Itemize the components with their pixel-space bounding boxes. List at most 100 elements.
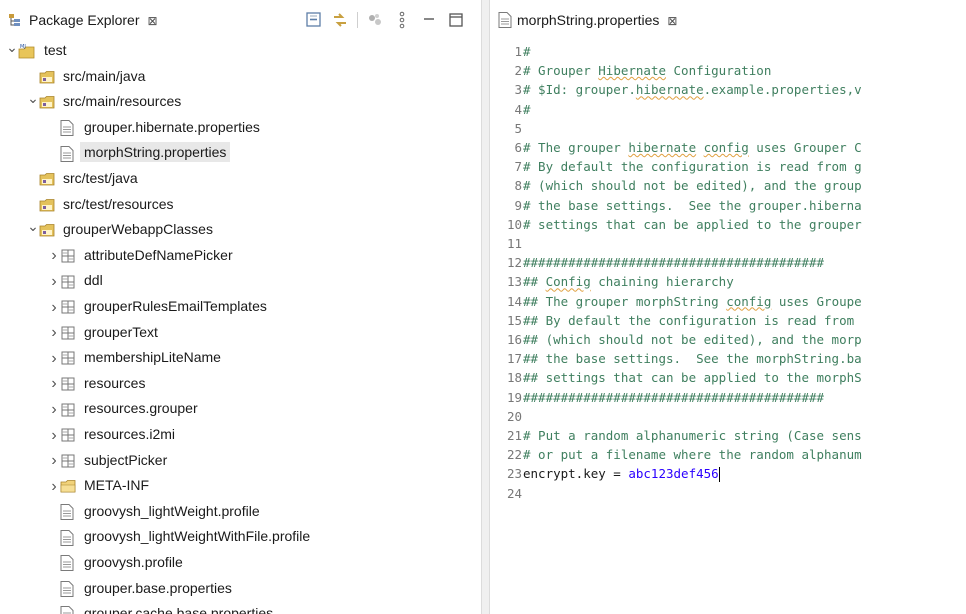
chevron-right-icon[interactable]: › [48, 346, 60, 372]
code-line[interactable]: 21# Put a random alphanumeric string (Ca… [490, 426, 966, 445]
tree-item[interactable]: › subjectPicker [48, 448, 171, 474]
tree-item-label: src/test/resources [63, 195, 174, 212]
filters-icon[interactable] [365, 10, 385, 30]
code-line[interactable]: 1# [490, 42, 966, 61]
chevron-down-icon[interactable]: ⌄ [6, 35, 18, 61]
tree-item[interactable]: grouper.cache.base.properties [48, 601, 277, 614]
code-line[interactable]: 8# (which should not be edited), and the… [490, 176, 966, 195]
tree-item[interactable]: src/test/resources [27, 192, 177, 218]
chevron-right-icon[interactable]: › [48, 371, 60, 397]
code-line[interactable]: 9# the base settings. See the grouper.hi… [490, 196, 966, 215]
tree-item[interactable]: › grouperRulesEmailTemplates [48, 294, 271, 320]
code-line[interactable]: 5 [490, 119, 966, 138]
source-folder-icon [39, 221, 55, 237]
minimize-icon[interactable] [419, 10, 439, 30]
line-number: 3 [514, 82, 522, 98]
tree-item[interactable]: ⌄ grouperWebappClasses [27, 217, 217, 243]
property-value: abc123def456 [628, 466, 719, 482]
package-icon [60, 375, 76, 391]
code-line[interactable]: 12######################################… [490, 253, 966, 272]
code-line[interactable]: 17## the base settings. See the morphStr… [490, 349, 966, 368]
code-line[interactable]: 24 [490, 484, 966, 503]
tree-item[interactable]: ⌄ src/main/resources [27, 89, 185, 115]
chevron-right-icon[interactable]: › [48, 320, 60, 346]
package-explorer-tab[interactable]: Package Explorer ⊠ [29, 12, 158, 29]
tree-item-label: grouperRulesEmailTemplates [84, 298, 267, 314]
collapse-all-icon[interactable] [304, 10, 324, 30]
tree-item[interactable]: › grouperText [48, 320, 162, 346]
editor-tab[interactable]: morphString.properties ⊠ [517, 12, 677, 29]
code-line[interactable]: 4# [490, 100, 966, 119]
file-icon [60, 605, 76, 614]
code-line[interactable]: 10# settings that can be applied to the … [490, 215, 966, 234]
code-line[interactable]: 22# or put a filename where the random a… [490, 445, 966, 464]
chevron-right-icon[interactable]: › [48, 474, 60, 500]
comment-text: # or put a filename where the random alp… [523, 447, 862, 463]
tree-item[interactable]: ⌄ MJ test [6, 38, 71, 64]
view-menu-icon[interactable] [392, 10, 412, 30]
tree-item[interactable]: grouper.base.properties [48, 576, 236, 602]
package-icon [60, 349, 76, 365]
file-icon [60, 580, 76, 597]
tree-item[interactable]: src/test/java [27, 166, 142, 192]
comment-text: # Put a random alphanumeric string (Case… [523, 428, 862, 443]
package-icon [60, 401, 76, 417]
line-number: 12 [506, 255, 522, 271]
tree-item-label: ddl [84, 272, 103, 289]
code-line[interactable]: 14## The grouper morphString config uses… [490, 292, 966, 311]
tree-item[interactable]: src/main/java [27, 64, 149, 90]
chevron-right-icon[interactable]: › [48, 243, 60, 269]
package-icon [60, 452, 76, 468]
line-number: 15 [506, 312, 522, 328]
chevron-right-icon[interactable]: › [48, 269, 60, 295]
comment-text: # The grouper hibernate config uses Grou… [523, 140, 862, 155]
tree-item[interactable]: › resources.i2mi [48, 422, 179, 448]
code-line[interactable]: 23encrypt.key = abc123def456 [490, 464, 966, 483]
view-splitter[interactable] [481, 0, 490, 614]
tree-item[interactable]: › resources [48, 371, 149, 397]
link-with-editor-icon[interactable] [330, 10, 350, 30]
tree-item[interactable]: groovysh_lightWeight.profile [48, 499, 264, 525]
code-line[interactable]: 20 [490, 407, 966, 426]
tree-item-label: grouper.base.properties [84, 579, 232, 596]
line-number: 17 [506, 351, 522, 367]
chevron-right-icon[interactable]: › [48, 423, 60, 449]
line-number: 21 [506, 428, 522, 443]
comment-text: # [523, 44, 531, 59]
chevron-right-icon[interactable]: › [48, 295, 60, 321]
code-line[interactable]: 16## (which should not be edited), and t… [490, 330, 966, 349]
comment-text: ## settings that can be applied to the m… [523, 370, 862, 386]
chevron-down-icon[interactable]: ⌄ [27, 214, 39, 240]
code-line[interactable]: 3# $Id: grouper.hibernate.example.proper… [490, 80, 966, 99]
code-line[interactable]: 11 [490, 234, 966, 253]
chevron-right-icon[interactable]: › [48, 397, 60, 423]
code-line[interactable]: 2# Grouper Hibernate Configuration [490, 61, 966, 80]
chevron-down-icon[interactable]: ⌄ [27, 86, 39, 112]
code-line[interactable]: 15## By default the configuration is rea… [490, 311, 966, 330]
code-line[interactable]: 19######################################… [490, 388, 966, 407]
tree-item[interactable]: › attributeDefNamePicker [48, 243, 237, 269]
chevron-right-icon[interactable]: › [48, 448, 60, 474]
tree-item-label: src/main/resources [63, 93, 182, 110]
comment-text: ## By default the configuration is read … [523, 312, 855, 328]
close-icon[interactable]: ⊠ [667, 13, 677, 29]
tree-item[interactable]: morphString.properties [48, 140, 231, 166]
tree-item[interactable]: › membershipLiteName [48, 345, 225, 371]
code-line[interactable]: 13## Config chaining hierarchy [490, 272, 966, 291]
tree-item[interactable]: groovysh_lightWeightWithFile.profile [48, 524, 314, 550]
tree-item[interactable]: › ddl [48, 268, 107, 294]
tree-item[interactable]: groovysh.profile [48, 550, 187, 576]
project-icon: MJ [18, 42, 36, 59]
tree-item[interactable]: grouper.hibernate.properties [48, 115, 264, 141]
code-line[interactable]: 7# By default the configuration is read … [490, 157, 966, 176]
package-icon [60, 324, 76, 340]
code-line[interactable]: 18## settings that can be applied to the… [490, 368, 966, 387]
maximize-icon[interactable] [446, 10, 466, 30]
tree-item[interactable]: › resources.grouper [48, 396, 202, 422]
tree-item[interactable]: › META-INF [48, 473, 153, 499]
editor-tab-title: morphString.properties [517, 12, 660, 28]
code-line[interactable]: 6# The grouper hibernate config uses Gro… [490, 138, 966, 157]
close-icon[interactable]: ⊠ [148, 13, 158, 29]
line-number: 5 [514, 120, 522, 136]
file-icon [60, 529, 76, 546]
